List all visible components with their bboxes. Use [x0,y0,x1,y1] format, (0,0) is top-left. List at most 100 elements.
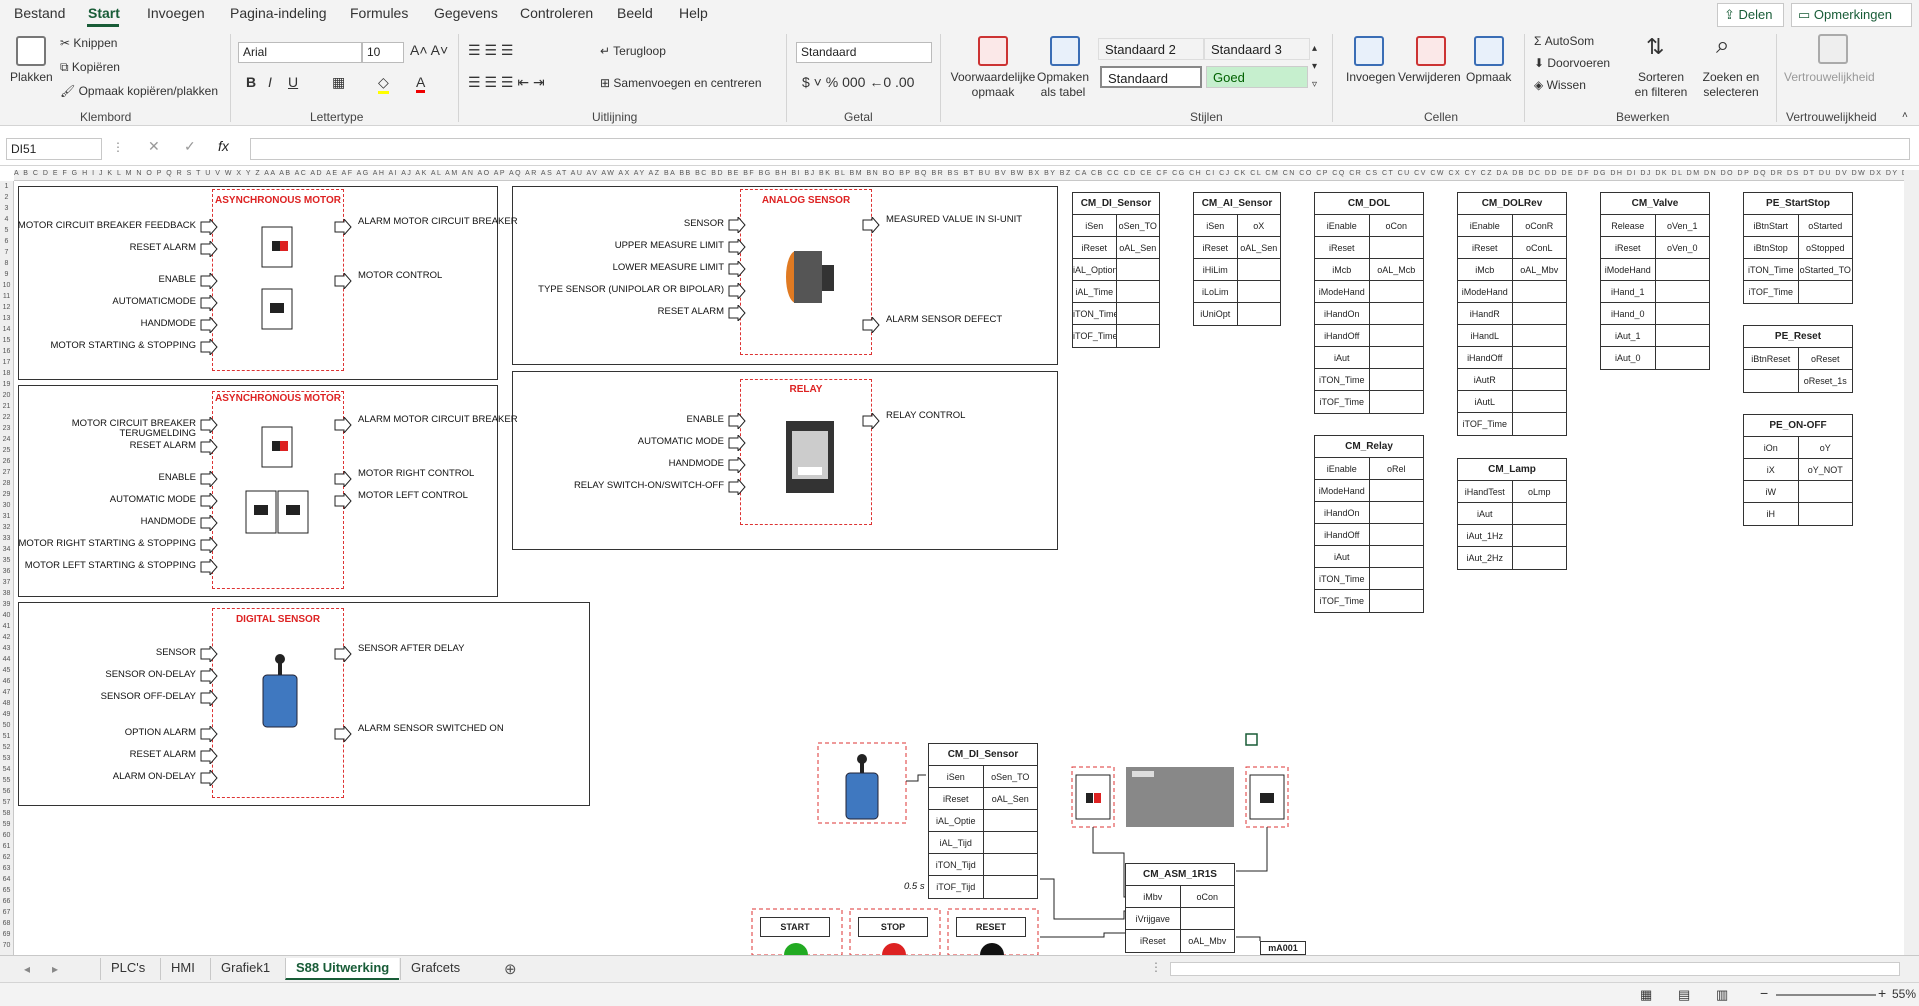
paste-button[interactable]: Plakken [10,70,53,84]
menu-bestand[interactable]: Bestand [14,5,65,21]
cut-button[interactable]: ✂ Knippen [60,36,117,50]
row-number[interactable]: 52 [0,742,13,753]
row-number[interactable]: 1 [0,181,13,192]
insert-cells-icon[interactable] [1354,36,1384,66]
row-number[interactable]: 2 [0,192,13,203]
font-size-select[interactable]: 10 [362,42,404,63]
row-number[interactable]: 54 [0,764,13,775]
menu-help[interactable]: Help [679,5,708,21]
row-number[interactable]: 58 [0,808,13,819]
row-number[interactable]: 42 [0,632,13,643]
worksheet[interactable]: ASYNCHRONOUS MOTOR ASYNCHRONOUS MOTOR DI… [14,181,1904,955]
menu-pagina-indeling[interactable]: Pagina-indeling [230,5,327,21]
menu-start[interactable]: Start [88,5,120,21]
format-cells-icon[interactable] [1474,36,1504,66]
italic-button[interactable]: I [268,74,272,90]
row-number[interactable]: 47 [0,687,13,698]
underline-button[interactable]: U [288,74,298,90]
row-number[interactable]: 37 [0,577,13,588]
formula-input[interactable] [250,138,1910,160]
row-number[interactable]: 36 [0,566,13,577]
style-standaard-2[interactable]: Standaard 2 [1098,38,1204,60]
share-button[interactable]: ⇪ Delen [1717,3,1784,27]
bold-button[interactable]: B [246,74,256,90]
row-number[interactable]: 62 [0,852,13,863]
function-icon[interactable]: fx [218,138,229,154]
clear-button[interactable]: ◈ Wissen [1534,78,1586,92]
merge-center-button[interactable]: ⊞ Samenvoegen en centreren [600,76,762,90]
row-number[interactable]: 12 [0,302,13,313]
tab-next-icon[interactable]: ▸ [52,962,58,976]
border-icon[interactable]: ▦ [332,74,345,91]
fill-color-icon[interactable]: ◇ [378,74,389,94]
row-number[interactable]: 69 [0,929,13,940]
column-headers[interactable]: A B C D E F G H I J K L M N O P Q R S T … [14,170,1904,181]
row-number[interactable]: 22 [0,412,13,423]
row-number[interactable]: 5 [0,225,13,236]
sort-filter-button[interactable]: Sorteren en filteren [1630,70,1692,100]
row-number[interactable]: 68 [0,918,13,929]
row-number[interactable]: 49 [0,709,13,720]
row-number[interactable]: 29 [0,489,13,500]
paste-icon[interactable] [16,36,46,66]
autosum-button[interactable]: Σ AutoSom [1534,34,1594,48]
conditional-format-button[interactable]: Voorwaardelijke opmaak [950,70,1036,100]
row-number[interactable]: 17 [0,357,13,368]
tab-prev-icon[interactable]: ◂ [24,962,30,976]
row-number[interactable]: 53 [0,753,13,764]
format-table-button[interactable]: Opmaken als tabel [1034,70,1092,100]
confirm-icon[interactable]: ✓ [184,138,196,155]
row-number[interactable]: 7 [0,247,13,258]
row-number[interactable]: 27 [0,467,13,478]
fill-button[interactable]: ⬇ Doorvoeren [1534,56,1610,70]
page-break-icon[interactable]: ▥ [1716,987,1728,1003]
reset-button-label[interactable]: RESET [956,917,1026,937]
tab-grafcets[interactable]: Grafcets [400,958,470,980]
zoom-slider[interactable] [1776,994,1876,996]
row-number[interactable]: 55 [0,775,13,786]
add-sheet-icon[interactable]: ⊕ [504,960,517,978]
row-number[interactable]: 50 [0,720,13,731]
insert-button[interactable]: Invoegen [1346,70,1395,84]
stop-button-label[interactable]: STOP [858,917,928,937]
page-layout-icon[interactable]: ▤ [1678,987,1690,1003]
sort-filter-icon[interactable]: ⇅ [1646,34,1664,60]
row-number[interactable]: 21 [0,401,13,412]
delete-cells-icon[interactable] [1416,36,1446,66]
row-number[interactable]: 18 [0,368,13,379]
conditional-format-icon[interactable] [978,36,1008,66]
cancel-icon[interactable]: ✕ [148,138,160,155]
row-number[interactable]: 44 [0,654,13,665]
row-number[interactable]: 33 [0,533,13,544]
menu-formules[interactable]: Formules [350,5,408,21]
wrap-text-button[interactable]: ↵ Terugloop [600,44,666,58]
find-select-button[interactable]: Zoeken en selecteren [1698,70,1764,100]
row-number[interactable]: 64 [0,874,13,885]
tab-hmi[interactable]: HMI [160,958,205,980]
zoom-level[interactable]: 55% [1892,987,1916,1001]
currency-icon[interactable]: $ ˅ % 000 ←0 .00 [802,74,914,90]
tab-splitter-icon[interactable]: ⋮ [1150,960,1162,974]
menu-invoegen[interactable]: Invoegen [147,5,205,21]
row-number[interactable]: 67 [0,907,13,918]
row-number[interactable]: 6 [0,236,13,247]
row-number[interactable]: 56 [0,786,13,797]
row-number[interactable]: 65 [0,885,13,896]
row-number[interactable]: 28 [0,478,13,489]
font-color-icon[interactable]: A [416,74,426,93]
row-number[interactable]: 16 [0,346,13,357]
align-left-icon[interactable]: ☰ ☰ ☰ ⇤ ⇥ [468,74,545,91]
menu-controleren[interactable]: Controleren [520,5,593,21]
row-number[interactable]: 11 [0,291,13,302]
row-number[interactable]: 66 [0,896,13,907]
row-number[interactable]: 34 [0,544,13,555]
tab-s88-uitwerking[interactable]: S88 Uitwerking [285,958,400,980]
row-number[interactable]: 45 [0,665,13,676]
font-name-select[interactable]: Arial [238,42,362,63]
row-number[interactable]: 61 [0,841,13,852]
format-painter-button[interactable]: 🖌 Opmaak kopiëren/plakken [60,84,218,98]
find-icon[interactable]: ⌕ [1716,32,1729,60]
style-standaard-3[interactable]: Standaard 3 [1204,38,1310,60]
row-number[interactable]: 57 [0,797,13,808]
number-format-select[interactable]: Standaard [796,42,932,63]
